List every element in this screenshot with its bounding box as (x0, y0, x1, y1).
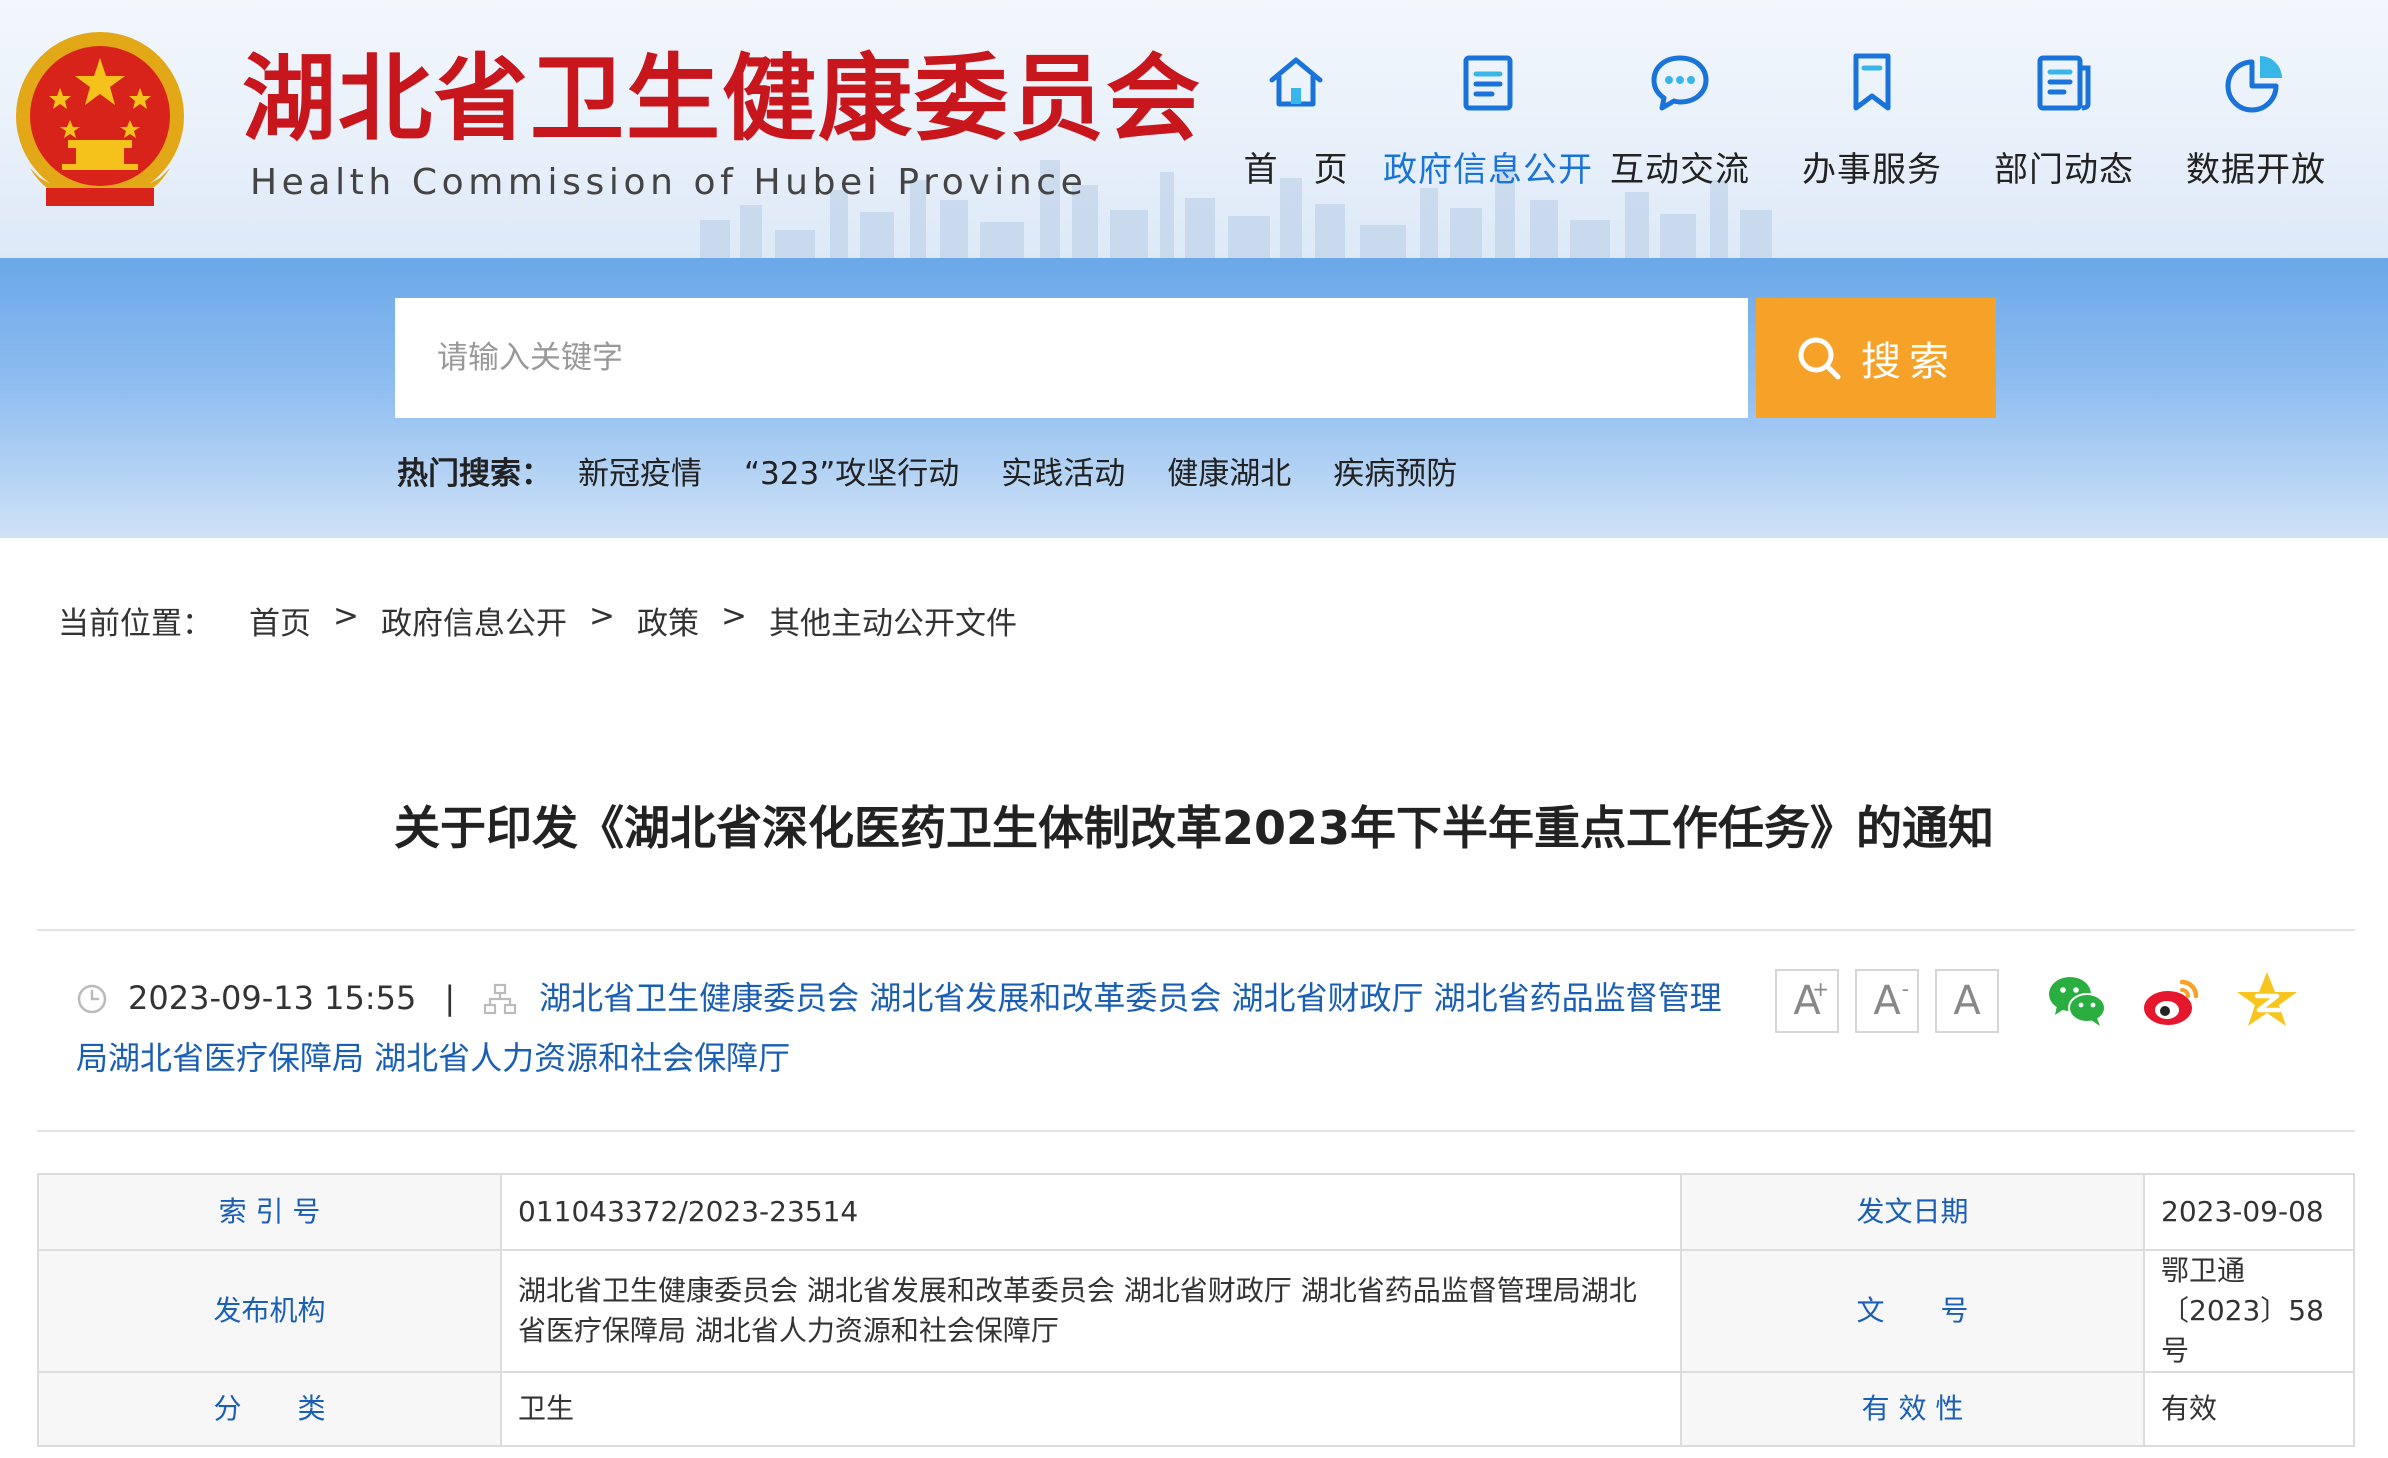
article-meta: 2023-09-13 15:55 | 湖北省卫生健康委员会 湖北省发展和改革委员会… (76, 968, 1726, 1088)
wechat-icon[interactable] (2045, 968, 2109, 1032)
divider (37, 929, 2355, 931)
site-header: 湖北省卫生健康委员会 Health Commission of Hubei Pr… (0, 0, 2388, 258)
table-row: 索 引 号 011043372/2023-23514 发文日期 2023-09-… (37, 1173, 2355, 1251)
validity-label: 有 效 性 (1680, 1371, 2145, 1447)
qzone-icon[interactable] (2235, 968, 2299, 1032)
font-size-decrease-button[interactable]: A- (1855, 969, 1919, 1033)
publish-datetime: 2023-09-13 15:55 (128, 979, 417, 1017)
news-icon (2037, 55, 2091, 111)
font-size-tools: A + A- A (1775, 969, 2015, 1033)
doc-number-value: 鄂卫通〔2023〕58号 (2143, 1249, 2355, 1373)
nav-item-interaction[interactable]: 互动交流 (1584, 50, 1776, 210)
hot-search-link[interactable]: 新冠疫情 (578, 448, 702, 493)
share-buttons (2045, 968, 2330, 1032)
category-label: 分 类 (37, 1371, 502, 1447)
font-size-increase-mark: + (1812, 977, 1829, 1001)
search-input[interactable] (395, 298, 1748, 418)
index-number-label: 索 引 号 (37, 1173, 502, 1251)
issuing-org-label: 发布机构 (37, 1249, 502, 1373)
nav-label: 办事服务 (1802, 150, 1942, 190)
nav-label: 首 页 (1243, 150, 1349, 190)
breadcrumb-prefix: 当前位置： (58, 606, 213, 642)
nav-item-home[interactable]: 首 页 (1200, 50, 1392, 210)
home-icon (1269, 57, 1323, 107)
category-value: 卫生 (500, 1371, 1682, 1447)
hot-searches: 热门搜索： 新冠疫情 “323”攻坚行动 实践活动 健康湖北 疾病预防 (397, 448, 1499, 493)
divider (37, 1130, 2355, 1132)
breadcrumb-link-gov-info[interactable]: 政府信息公开 (381, 598, 567, 643)
issue-date-value: 2023-09-08 (2143, 1173, 2355, 1251)
main-nav: 首 页 政府信息公开 互动交流 办事服务 部门动态 数据开放 (1200, 50, 2352, 210)
hot-search-link[interactable]: 实践活动 (1001, 448, 1125, 493)
issuing-org-value: 湖北省卫生健康委员会 湖北省发展和改革委员会 湖北省财政厅 湖北省药品监督管理局… (500, 1249, 1682, 1373)
index-number-value: 011043372/2023-23514 (500, 1173, 1682, 1251)
breadcrumb-link-policy[interactable]: 政策 (637, 598, 699, 643)
bookmark-icon (1853, 53, 1891, 111)
nav-label: 互动交流 (1610, 150, 1750, 190)
breadcrumb: 当前位置： 首页 > 政府信息公开 > 政策 > 其他主动公开文件 (58, 598, 1017, 643)
breadcrumb-separator: > (588, 598, 615, 634)
pie-chart-icon (2225, 56, 2282, 113)
clock-icon (77, 984, 107, 1014)
breadcrumb-link-other-files[interactable]: 其他主动公开文件 (769, 598, 1017, 643)
table-row: 分 类 卫生 有 效 性 有效 (37, 1371, 2355, 1447)
hot-search-label: 热门搜索： (397, 456, 552, 492)
font-size-increase-button[interactable]: A + (1775, 969, 1839, 1033)
hot-search-link[interactable]: 疾病预防 (1333, 448, 1457, 493)
validity-value: 有效 (2143, 1371, 2355, 1447)
table-row: 发布机构 湖北省卫生健康委员会 湖北省发展和改革委员会 湖北省财政厅 湖北省药品… (37, 1249, 2355, 1373)
document-info-table: 索 引 号 011043372/2023-23514 发文日期 2023-09-… (37, 1173, 2355, 1447)
nav-label: 政府信息公开 (1383, 150, 1593, 190)
nav-item-dept-news[interactable]: 部门动态 (1968, 50, 2160, 210)
weibo-icon[interactable] (2140, 968, 2204, 1032)
search-button-label: 搜索 (1861, 339, 1957, 385)
site-title: 湖北省卫生健康委员会 (242, 45, 1203, 154)
org-chart-icon (484, 983, 517, 1015)
site-subtitle: Health Commission of Hubei Province (250, 162, 1088, 203)
chat-icon (1651, 55, 1709, 111)
doc-number-label: 文 号 (1680, 1249, 2145, 1373)
breadcrumb-link-home[interactable]: 首页 (249, 598, 311, 643)
font-size-decrease-mark: - (1901, 977, 1909, 1001)
issue-date-label: 发文日期 (1680, 1173, 2145, 1251)
nav-item-open-data[interactable]: 数据开放 (2160, 50, 2352, 210)
search-band: 搜索 热门搜索： 新冠疫情 “323”攻坚行动 实践活动 健康湖北 疾病预防 (0, 258, 2388, 538)
search-icon (1798, 337, 1841, 380)
national-emblem-logo (16, 32, 184, 206)
nav-item-services[interactable]: 办事服务 (1776, 50, 1968, 210)
document-icon (1463, 55, 1513, 111)
meta-separator: | (444, 979, 456, 1017)
nav-label: 部门动态 (1994, 150, 2134, 190)
font-size-reset-label: A (1953, 978, 1981, 1024)
nav-label: 数据开放 (2186, 150, 2326, 190)
breadcrumb-separator: > (333, 598, 359, 634)
hot-search-link[interactable]: 健康湖北 (1167, 448, 1291, 493)
hot-search-link[interactable]: “323”攻坚行动 (744, 448, 959, 493)
breadcrumb-separator: > (720, 598, 747, 634)
font-size-decrease-label: A (1873, 978, 1901, 1024)
font-size-reset-button[interactable]: A (1935, 969, 1999, 1033)
search-button[interactable]: 搜索 (1756, 298, 1996, 418)
nav-item-gov-info[interactable]: 政府信息公开 (1383, 50, 1592, 210)
article-title: 关于印发《湖北省深化医药卫生体制改革2023年下半年重点工作任务》的通知 (393, 801, 1995, 855)
